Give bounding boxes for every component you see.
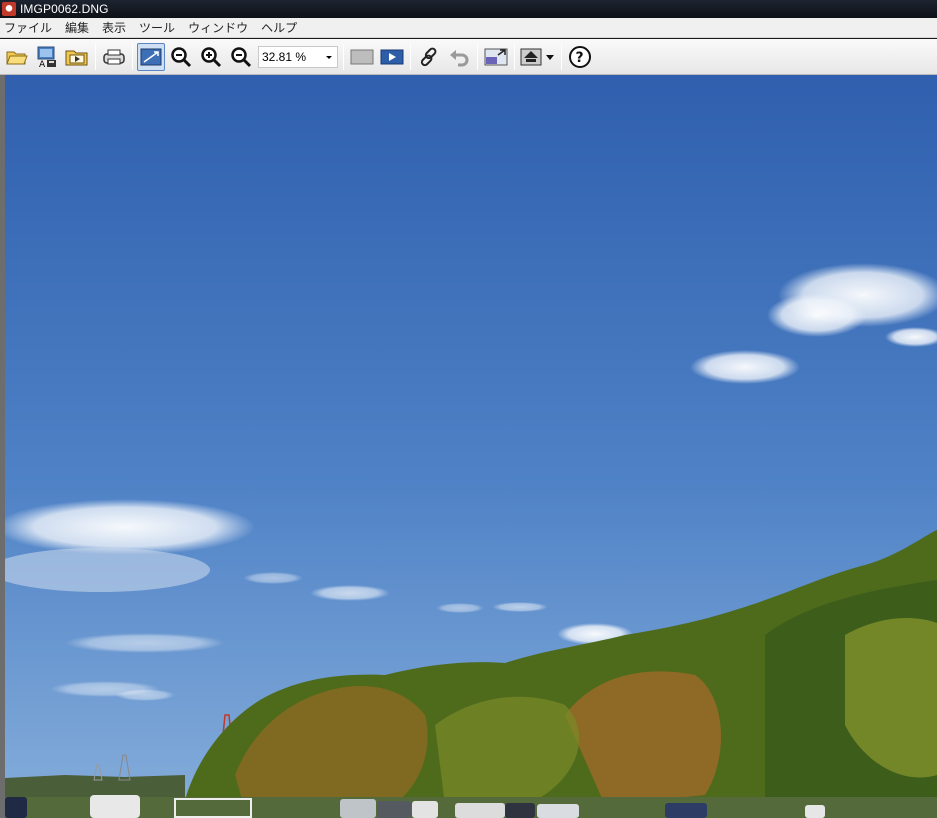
menu-help[interactable]: ヘルプ [261,19,303,36]
toolbar-separator [343,43,344,70]
fit-to-window-icon [140,48,162,65]
svg-text:?: ? [576,50,584,66]
menu-file[interactable]: ファイル [4,19,58,36]
toolbar: A 32.81 % ? [0,39,937,75]
gray-view-button[interactable] [348,43,376,71]
fit-to-window-button[interactable] [137,42,165,71]
chevron-down-icon[interactable] [324,52,334,62]
menu-window[interactable]: ウィンドウ [188,19,254,36]
undo-button[interactable] [445,43,473,71]
title-bar: IMGP0062.DNG [0,0,937,18]
save-as-icon: A [37,46,56,68]
zoom-select[interactable]: 32.81 % [258,45,338,68]
toolbar-separator [477,43,478,70]
photo-canvas[interactable] [5,75,937,818]
open-folder-button[interactable] [3,43,31,71]
save-as-button[interactable]: A [33,43,61,71]
output-icon [520,48,554,65]
zoom-value: 32.81 % [262,49,307,64]
link-icon [420,47,437,66]
link-button[interactable] [415,43,443,71]
gray-view-icon [350,49,374,64]
image-viewport[interactable] [0,75,937,818]
browse-button[interactable] [63,43,91,71]
output-button[interactable] [519,43,557,71]
toolbar-separator [514,43,515,70]
open-folder-icon [6,51,28,64]
zoom-in-button[interactable] [197,43,225,71]
zoom-tool-icon [171,46,192,67]
toolbar-separator [132,43,133,70]
zoom-tool-button[interactable] [167,43,195,71]
compare-icon [484,48,508,65]
zoom-in-icon [201,46,222,67]
menu-view[interactable]: 表示 [102,19,132,36]
slideshow-icon [380,49,404,64]
help-button[interactable]: ? [566,43,594,71]
help-icon: ? [569,45,591,68]
print-icon [103,49,125,64]
undo-icon [450,49,469,66]
menu-edit[interactable]: 編集 [65,19,95,36]
svg-text:A: A [39,60,46,68]
window-title: IMGP0062.DNG [20,2,109,16]
toolbar-separator [95,43,96,70]
toolbar-separator [561,43,562,70]
menu-bar: ファイル 編集 表示 ツール ウィンドウ ヘルプ [0,18,937,38]
browse-folder-icon [65,50,88,65]
menu-tools[interactable]: ツール [139,19,181,36]
compare-button[interactable] [482,43,510,71]
print-button[interactable] [100,43,128,71]
zoom-out-icon [231,46,252,67]
zoom-out-button[interactable] [227,43,255,71]
toolbar-separator [410,43,411,70]
app-icon [2,2,16,16]
slideshow-button[interactable] [378,43,406,71]
